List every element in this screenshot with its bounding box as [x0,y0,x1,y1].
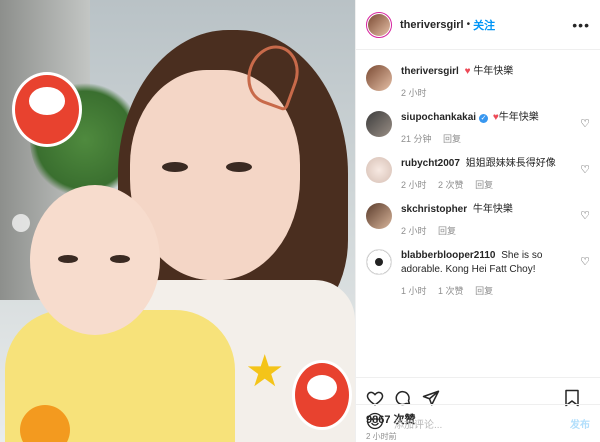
comment-time[interactable]: 2 小时 [401,226,427,236]
author-username[interactable]: theriversgirl [400,19,464,31]
carousel-dot[interactable] [12,214,30,232]
comment-username[interactable]: rubycht2007 [401,158,460,169]
comment-username[interactable]: blabberblooper2110 [401,250,495,261]
reply-button[interactable]: 回复 [475,180,493,190]
comment-input[interactable]: 添加评论... [394,416,442,431]
photo-baby-face [30,185,160,335]
comment-time[interactable]: 21 分钟 [401,134,432,144]
reply-button[interactable]: 回复 [438,226,456,236]
comment-text: 牛年快樂 [498,112,539,123]
caption-text: 牛年快樂 [473,66,514,77]
post-photo[interactable]: ★ [0,0,355,442]
ox-sticker-bottom-right [292,360,352,430]
more-options-icon[interactable]: ••• [572,17,590,33]
comment-likes[interactable]: 2 次赞 [438,180,464,190]
comment-username[interactable]: skchristopher [401,204,467,215]
photo-star-print: ★ [245,347,285,396]
comment-like-heart-icon[interactable]: ♡ [580,255,590,268]
comment-text: 姐姐跟妹妹長得好像 [465,158,556,169]
comment-item: rubycht2007 姐姐跟妹妹長得好像 2 小时 2 次赞 回复 ♡ [366,157,590,192]
add-comment-bar: 添加评论... 发布 [356,404,600,442]
caption-username[interactable]: theriversgirl [401,66,459,77]
emoji-icon[interactable] [366,412,384,435]
verified-badge-icon: ✓ [479,114,489,123]
caption: theriversgirl ♥ 牛年快樂 2 小时 [366,65,590,100]
reply-button[interactable]: 回复 [443,134,461,144]
comment-time[interactable]: 1 小时 [401,286,427,296]
comment-avatar[interactable] [366,111,392,137]
ox-sticker-top-left [12,72,82,147]
comment-username[interactable]: siupochankakai [401,112,476,123]
comment-likes[interactable]: 1 次赞 [438,286,464,296]
post-sidebar: theriversgirl • 关注 ••• theriversgirl ♥ 牛… [355,0,600,442]
comment-like-heart-icon[interactable]: ♡ [580,163,590,176]
comment-avatar[interactable] [366,249,392,275]
comment-like-heart-icon[interactable]: ♡ [580,117,590,130]
comment-time[interactable]: 2 小时 [401,180,427,190]
comment-like-heart-icon[interactable]: ♡ [580,209,590,222]
author-avatar[interactable] [366,11,392,38]
post-header: theriversgirl • 关注 ••• [356,0,600,50]
comment-text: 牛年快樂 [472,204,513,215]
red-heart-emoji-icon: ♥ [464,66,471,77]
reply-button[interactable]: 回复 [475,286,493,296]
comment-item: blabberblooper2110 She is so adorable. K… [366,249,590,298]
comment-avatar[interactable] [366,157,392,183]
header-separator: • [466,19,471,30]
comment-item: skchristopher 牛年快樂 2 小时 回复 ♡ [366,203,590,238]
follow-button[interactable]: 关注 [473,17,495,33]
caption-time[interactable]: 2 小时 [401,88,427,98]
comments-list[interactable]: theriversgirl ♥ 牛年快樂 2 小时 siupochankakai… [356,50,600,377]
caption-avatar[interactable] [366,65,392,91]
post-comment-button[interactable]: 发布 [570,416,590,431]
comment-item: siupochankakai ✓ ♥牛年快樂 21 分钟 回复 ♡ [366,111,590,146]
instagram-post: ★ theriversgirl • 关注 ••• theriversgirl ♥ [0,0,600,442]
comment-avatar[interactable] [366,203,392,229]
